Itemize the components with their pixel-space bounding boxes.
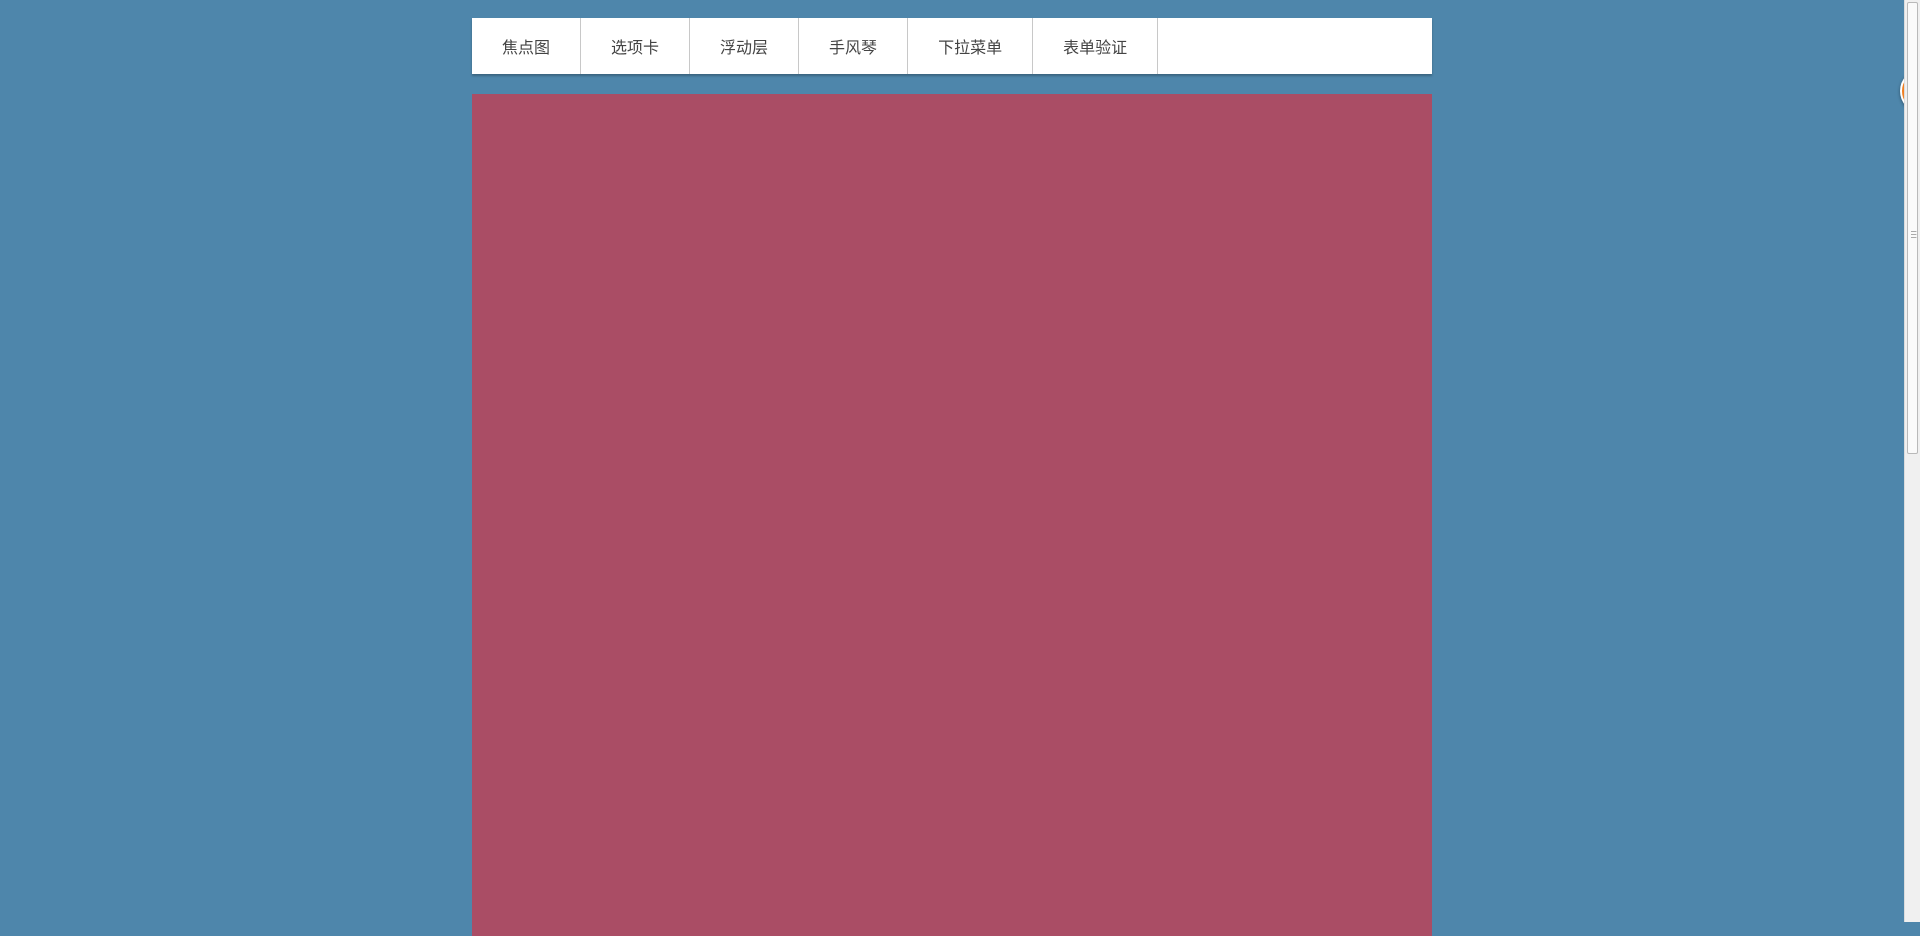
vertical-scrollbar[interactable]: — — — [1904,0,1920,922]
scrollbar-thumb[interactable]: — — — [1907,2,1918,454]
nav-item-focus-image[interactable]: 焦点图 [472,18,582,74]
top-nav: 焦点图 选项卡 浮动层 手风琴 下拉菜单 表单验证 [472,18,1432,74]
nav-item-floating-layer[interactable]: 浮动层 [690,18,800,74]
nav-item-dropdown-menu[interactable]: 下拉菜单 [908,18,1034,74]
grip-icon: — — — [1911,227,1917,243]
nav-item-tabs[interactable]: 选项卡 [581,18,691,74]
page-container: 焦点图 选项卡 浮动层 手风琴 下拉菜单 表单验证 [472,18,1432,936]
content-panel [472,94,1432,936]
nav-item-form-validation[interactable]: 表单验证 [1033,18,1159,74]
nav-item-accordion[interactable]: 手风琴 [799,18,909,74]
